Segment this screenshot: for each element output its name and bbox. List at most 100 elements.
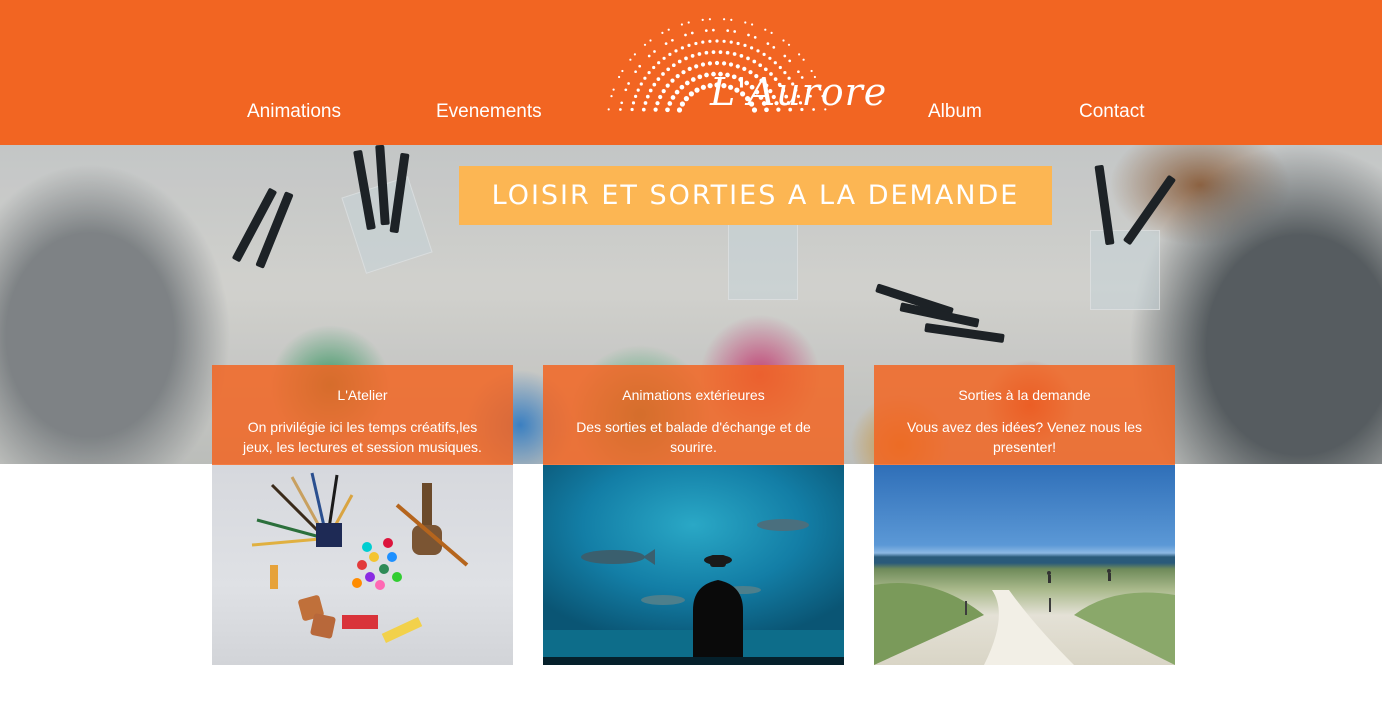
logo-dot [620, 101, 624, 105]
logo-dot [729, 40, 733, 44]
craft-supplies-illustration [251, 472, 469, 643]
logo-dot [788, 59, 792, 63]
site-logo[interactable]: L'Aurore [594, 8, 886, 124]
logo-dot [725, 50, 730, 55]
logo-dot [670, 78, 675, 83]
card-title: L'Atelier [337, 387, 388, 403]
logo-dot [610, 95, 613, 98]
logo-dot [657, 61, 661, 65]
logo-dot [634, 70, 637, 74]
logo-dot [735, 64, 740, 69]
logo-dot [612, 88, 615, 91]
logo-dot [643, 76, 647, 80]
logo-dot [636, 88, 640, 92]
logo-dot [772, 46, 776, 49]
logo-dot [665, 107, 670, 113]
logo-dot [752, 59, 757, 64]
logo-dot [684, 56, 688, 61]
hero-banner-text: LOISIR ET SORTIES A LA DEMANDE [491, 180, 1020, 211]
logo-dot [743, 43, 747, 48]
logo-dot [661, 89, 666, 94]
card-sorties[interactable]: Sorties à la demande Vous avez des idées… [874, 365, 1175, 665]
logo-dot [687, 66, 692, 71]
logo-dot [643, 101, 648, 105]
card-atelier[interactable]: L'Atelier On privilégie ici les temps cr… [212, 365, 513, 665]
logo-dot [674, 49, 678, 53]
logo-dot [666, 67, 671, 72]
logo-dot [726, 29, 730, 32]
logo-dot [665, 83, 670, 88]
logo-dot [679, 84, 685, 90]
logo-dot [783, 54, 787, 58]
page: Animations Evenements L'Aurore Album Con… [0, 0, 1382, 703]
logo-dot [655, 101, 660, 106]
card-photo-aquarium[interactable] [543, 465, 844, 665]
card-photo-atelier[interactable] [212, 465, 513, 665]
logo-dot [753, 36, 757, 39]
logo-dot [631, 101, 636, 105]
logo-dot [658, 94, 663, 100]
logo-dot [681, 70, 686, 75]
logo-dot [694, 64, 699, 69]
logo-dot [629, 58, 632, 61]
aquarium-illustration [543, 519, 844, 665]
nav-link-contact[interactable]: Contact [1079, 101, 1144, 123]
logo-dot [704, 72, 709, 78]
logo-dot [690, 31, 694, 35]
logo-dot [694, 87, 700, 93]
logo-dot [661, 72, 665, 76]
card-caption: Animations extérieures Des sorties et ba… [543, 365, 844, 465]
logo-dot [736, 41, 740, 46]
card-exterieures[interactable]: Animations extérieures Des sorties et ba… [543, 365, 844, 665]
logo-dot [782, 39, 785, 42]
card-description: Vous avez des idées? Venez nous les pres… [906, 419, 1143, 455]
logo-dot [732, 52, 737, 56]
nav-link-album[interactable]: Album [928, 101, 982, 123]
hero-banner: LOISIR ET SORTIES A LA DEMANDE [459, 166, 1052, 225]
logo-dot [671, 63, 676, 68]
logo-dot [624, 88, 628, 92]
logo-dot [634, 94, 638, 98]
logo-dot [652, 82, 657, 87]
logo-dot [723, 18, 726, 21]
beach-path-illustration [874, 569, 1175, 665]
logo-dot [701, 18, 704, 21]
logo-dot [674, 89, 680, 95]
card-caption: L'Atelier On privilégie ici les temps cr… [212, 365, 513, 465]
logo-dot [671, 38, 674, 42]
logo-dot [652, 65, 656, 70]
logo-dot [690, 54, 695, 58]
nav-link-evenements[interactable]: Evenements [436, 101, 542, 123]
logo-dot [647, 71, 651, 75]
logo-dot [787, 43, 791, 46]
logo-dot [679, 101, 685, 107]
logo-dot [647, 54, 651, 58]
logo-dot [653, 107, 658, 112]
logo-dot [645, 94, 650, 99]
card-title: Animations extérieures [622, 387, 765, 403]
logo-dot [707, 61, 712, 66]
logo-dot [708, 18, 711, 21]
logo-text: L'Aurore [710, 70, 888, 114]
logo-dot [664, 42, 668, 45]
logo-dot [690, 77, 696, 82]
logo-dot [684, 33, 687, 37]
logo-dot [714, 60, 720, 66]
logo-dot [746, 56, 750, 61]
card-photo-beach[interactable] [874, 465, 1175, 665]
logo-dot [704, 50, 709, 55]
logo-dot [639, 82, 643, 86]
logo-dot [618, 75, 621, 79]
logo-dot [766, 42, 770, 45]
logo-dot [680, 46, 684, 50]
logo-dot [643, 43, 647, 46]
nav-link-animations[interactable]: Animations [247, 101, 341, 123]
logo-dot [684, 80, 690, 86]
logo-dot [728, 62, 734, 67]
logo-dot [750, 46, 754, 50]
logo-dot [661, 31, 664, 34]
logo-dot [697, 52, 702, 56]
logo-dot [687, 43, 691, 48]
logo-dot [683, 96, 689, 102]
logo-dot [770, 31, 773, 34]
